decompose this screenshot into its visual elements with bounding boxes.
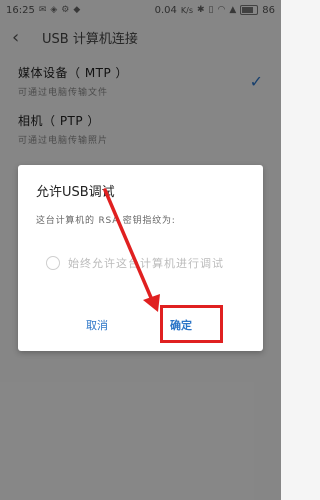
checkbox-label: 始终允许这台计算机进行调试 [68, 257, 224, 270]
cancel-button[interactable]: 取消 [86, 317, 108, 333]
checkbox-circle-icon[interactable] [46, 256, 60, 270]
dialog-message: 这台计算机的 RSA 密钥指纹为: [36, 216, 176, 226]
dialog-title: 允许USB调试 [36, 185, 115, 200]
usb-debug-dialog: 允许USB调试 这台计算机的 RSA 密钥指纹为: 始终允许这台计算机进行调试 … [18, 165, 263, 351]
ok-button[interactable]: 确定 [170, 317, 192, 333]
always-allow-checkbox[interactable]: 始终允许这台计算机进行调试 [46, 255, 224, 271]
dialog-actions: 取消 确定 [18, 305, 263, 343]
